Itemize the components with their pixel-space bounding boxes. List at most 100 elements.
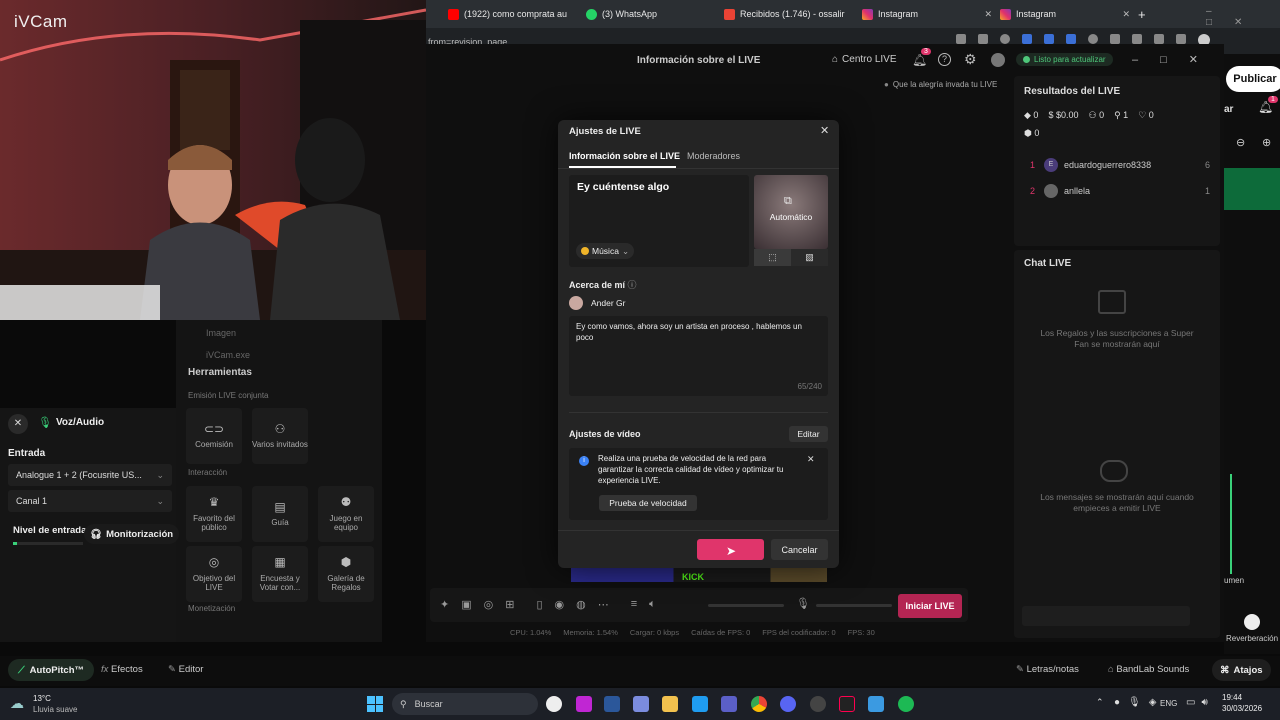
effects-button[interactable]: fx Efectos: [101, 664, 143, 675]
live-title-box[interactable]: Ey cuéntense algo Música ⌄: [569, 175, 749, 267]
clock-date[interactable]: 30/03/2026: [1222, 704, 1262, 713]
chrome-icon[interactable]: [751, 696, 767, 712]
app-icon[interactable]: [868, 696, 884, 712]
close-icon[interactable]: ✕: [820, 124, 829, 137]
app-icon[interactable]: [546, 696, 562, 712]
speaker-icon[interactable]: 🔈︎: [649, 598, 656, 611]
results-title: Resultados del LIVE: [1024, 86, 1121, 97]
input-label: Entrada: [8, 448, 46, 459]
ai-icon[interactable]: ◎: [484, 598, 494, 611]
sounds-button[interactable]: ⌂ BandLab Sounds: [1108, 664, 1189, 675]
camera-icon[interactable]: ◍: [576, 598, 586, 611]
browser-tab[interactable]: (1922) como comprata au: [448, 4, 580, 24]
bandlab-bottom-bar: ⟋ AutoPitch™ fx Efectos ✎ Editor ✎ Letra…: [0, 656, 1280, 686]
magic-wand-icon[interactable]: ✦: [440, 598, 449, 611]
microphone-icon[interactable]: 🎙︎: [796, 597, 810, 610]
word-icon[interactable]: [604, 696, 620, 712]
gift-gallery-tool[interactable]: ⬢ Galería de Regalos: [318, 546, 374, 602]
live-title-input[interactable]: Ey cuéntense algo: [577, 181, 669, 193]
search-box[interactable]: ⚲ Buscar: [392, 693, 538, 715]
input-select[interactable]: Analogue 1 + 2 (Focusrite US... ⌄: [8, 464, 172, 486]
mixer-icon[interactable]: ≡: [631, 598, 637, 611]
ranking-row[interactable]: 1 E eduardoguerrero8338 6: [1030, 158, 1210, 172]
chevron-down-icon: ⌄: [156, 495, 164, 506]
category-select[interactable]: Música ⌄: [576, 243, 635, 259]
editor-button[interactable]: ✎ Editor: [168, 664, 203, 675]
mic-volume-slider[interactable]: [816, 604, 892, 607]
tab-moderators[interactable]: Moderadores: [687, 151, 740, 161]
publish-button[interactable]: Publicar: [1226, 66, 1280, 92]
lyrics-button[interactable]: ✎ Letras/notas: [1016, 664, 1079, 675]
profile-avatar[interactable]: [991, 53, 1005, 67]
network-volume-icons[interactable]: ▭🔊︎: [1186, 697, 1214, 708]
gift-stat: ⬢ 0: [1024, 128, 1040, 138]
favorite-tool[interactable]: ♛ Favorito del público: [186, 486, 242, 542]
tiktok-icon[interactable]: [839, 696, 855, 712]
browser-tab[interactable]: (3) WhatsApp: [586, 4, 718, 24]
speaker-volume-slider[interactable]: [708, 604, 784, 607]
more-icon[interactable]: ⋯: [598, 598, 609, 611]
cancel-button[interactable]: Cancelar: [771, 539, 828, 560]
weather-icon[interactable]: ☁: [10, 695, 24, 712]
close-tab-icon[interactable]: ✕: [1116, 9, 1130, 20]
discord-icon[interactable]: [780, 696, 796, 712]
guide-tool[interactable]: ▤ Guía: [252, 486, 308, 542]
shortcuts-button[interactable]: ⌘ Atajos: [1212, 659, 1271, 681]
overlay-icon[interactable]: ▣: [461, 598, 471, 611]
clock-time[interactable]: 19:44: [1222, 693, 1242, 702]
followers-icon: ⚲ 1: [1114, 110, 1129, 120]
coemision-tool[interactable]: ⊂⊃ Coemisión: [186, 408, 242, 464]
browser-tab[interactable]: Recibidos (1.746) - ossalir: [724, 4, 856, 24]
folder-icon[interactable]: [662, 696, 678, 712]
record-icon[interactable]: ◉: [555, 598, 565, 611]
spotify-icon[interactable]: [898, 696, 914, 712]
centro-live-button[interactable]: ⌂ Centro LIVE: [832, 54, 897, 65]
volume-label: umen: [1224, 576, 1245, 585]
waveform-track[interactable]: [1224, 168, 1280, 210]
monitoring-button[interactable]: 🎧︎ Monitorización: [84, 524, 180, 544]
autopitch-button[interactable]: ⟋ AutoPitch™: [8, 659, 95, 681]
browser-tab[interactable]: Instagram ✕: [862, 4, 992, 24]
topic-label: ● Que la alegría invada tu LIVE: [884, 80, 998, 89]
help-icon[interactable]: ?: [938, 53, 951, 66]
chat-input[interactable]: [1022, 606, 1190, 626]
goal-tool[interactable]: ◎ Objetivo del LIVE: [186, 546, 242, 602]
language-indicator[interactable]: ENG: [1160, 699, 1177, 708]
zoom-in-icon[interactable]: ⊕: [1262, 136, 1271, 149]
source-item-label[interactable]: iVCam.exe: [206, 350, 250, 360]
cover-image[interactable]: ⧉ Automático: [754, 175, 828, 249]
channel-select[interactable]: Canal 1 ⌄: [8, 490, 172, 512]
browser-tab[interactable]: Instagram ✕: [1000, 4, 1130, 24]
window-controls[interactable]: –□✕: [1132, 53, 1220, 66]
notification-bell-icon[interactable]: 🔔︎: [912, 53, 927, 67]
close-icon[interactable]: ✕: [8, 414, 28, 434]
teams-icon[interactable]: [721, 696, 737, 712]
volume-fader[interactable]: [1230, 474, 1232, 574]
team-game-tool[interactable]: ⚉ Juego en equipo: [318, 486, 374, 542]
add-scene-icon[interactable]: ⊞: [505, 598, 514, 611]
zoom-out-icon[interactable]: ⊖: [1236, 136, 1245, 149]
speed-test-button[interactable]: Prueba de velocidad: [599, 495, 697, 511]
phone-icon[interactable]: ▯: [536, 598, 542, 611]
close-tab-icon[interactable]: ✕: [978, 9, 992, 20]
tab-live-info[interactable]: Información sobre el LIVE: [569, 151, 680, 161]
reverb-knob[interactable]: [1244, 614, 1260, 630]
poll-tool[interactable]: ▦ Encuesta y Votar con...: [252, 546, 308, 602]
app-icon[interactable]: [633, 696, 649, 712]
start-live-button[interactable]: Iniciar LIVE: [898, 594, 962, 618]
ranking-row[interactable]: 2 anllela 1: [1030, 184, 1210, 198]
tray-chevron-icon[interactable]: ⌃: [1096, 697, 1104, 708]
new-tab-button[interactable]: +: [1138, 4, 1146, 24]
vscode-icon[interactable]: [692, 696, 708, 712]
source-item-label[interactable]: Imagen: [206, 328, 236, 338]
multi-guest-tool[interactable]: ⚇ Varios invitados: [252, 408, 308, 464]
close-icon[interactable]: ✕: [807, 454, 815, 465]
bio-textarea[interactable]: Ey como vamos, ahora soy un artista en p…: [569, 316, 828, 396]
cover-select-icon[interactable]: ⬚: [754, 249, 791, 266]
cover-upload-icon[interactable]: ▧: [791, 249, 828, 266]
settings-gear-icon[interactable]: ⚙: [964, 51, 977, 68]
app-icon[interactable]: [576, 696, 592, 712]
edit-button[interactable]: Editar: [789, 426, 828, 442]
app-icon[interactable]: [810, 696, 826, 712]
start-button[interactable]: [367, 696, 383, 712]
